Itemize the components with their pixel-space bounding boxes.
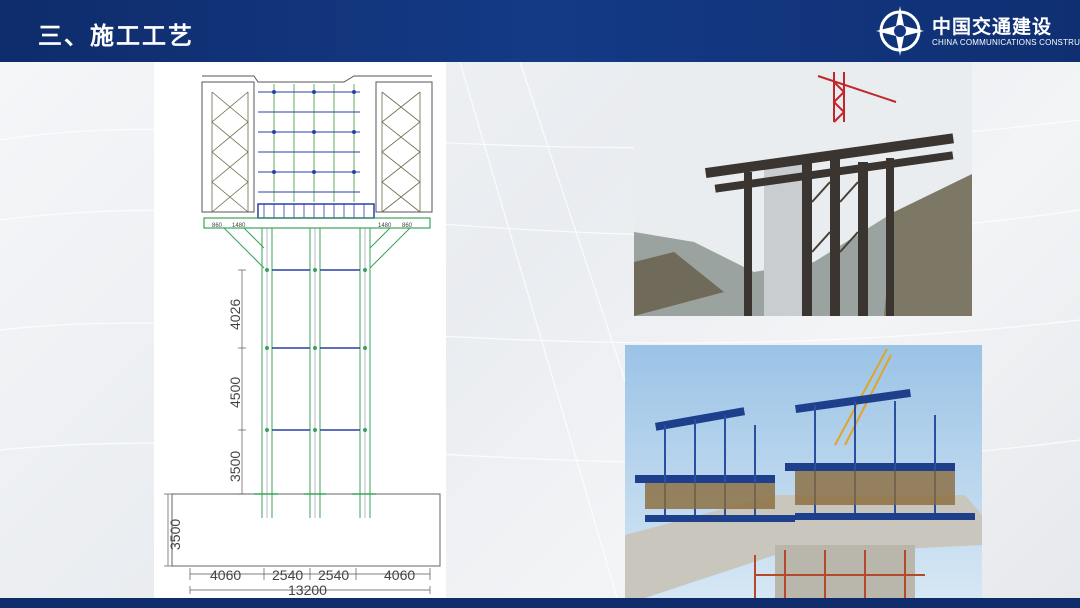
cantilever-formwork-photo-icon [625,345,982,598]
logo-english-name: CHINA COMMUNICATIONS CONSTRUCTION [932,38,1080,47]
slide-title: 三、施工工艺 [38,22,194,50]
pier-formwork-drawing: 860 1480 1480 860 4026 4500 3500 3500 40… [164,75,441,598]
cccc-logo-icon [876,6,924,56]
beam-label-1: 860 [212,223,223,229]
dim-total-width: 13200 [288,582,327,598]
cantilever-formwork-photo [625,345,982,598]
footer-bar [0,598,1080,608]
header-bar: 三、施工工艺 中国交通建设 CHINA COMMUNICATIONS CONST… [0,0,1080,62]
dim-vertical-4: 3500 [167,519,183,550]
dim-bottom-4: 4060 [384,567,415,583]
company-logo: 中国交通建设 CHINA COMMUNICATIONS CONSTRUCTION [874,4,1080,58]
pier-scaffold-photo [634,62,972,316]
dim-bottom-3: 2540 [318,567,349,583]
dim-bottom-2: 2540 [272,567,303,583]
engineering-drawing: 860 1480 1480 860 4026 4500 3500 3500 40… [154,62,446,600]
beam-label-4: 860 [402,223,413,229]
logo-chinese-name: 中国交通建设 [932,16,1053,38]
dim-bottom-1: 4060 [210,567,241,583]
dim-vertical-1: 4026 [227,299,243,330]
pier-scaffold-photo-icon [634,62,972,316]
dim-vertical-3: 3500 [227,451,243,482]
dim-vertical-2: 4500 [227,377,243,408]
